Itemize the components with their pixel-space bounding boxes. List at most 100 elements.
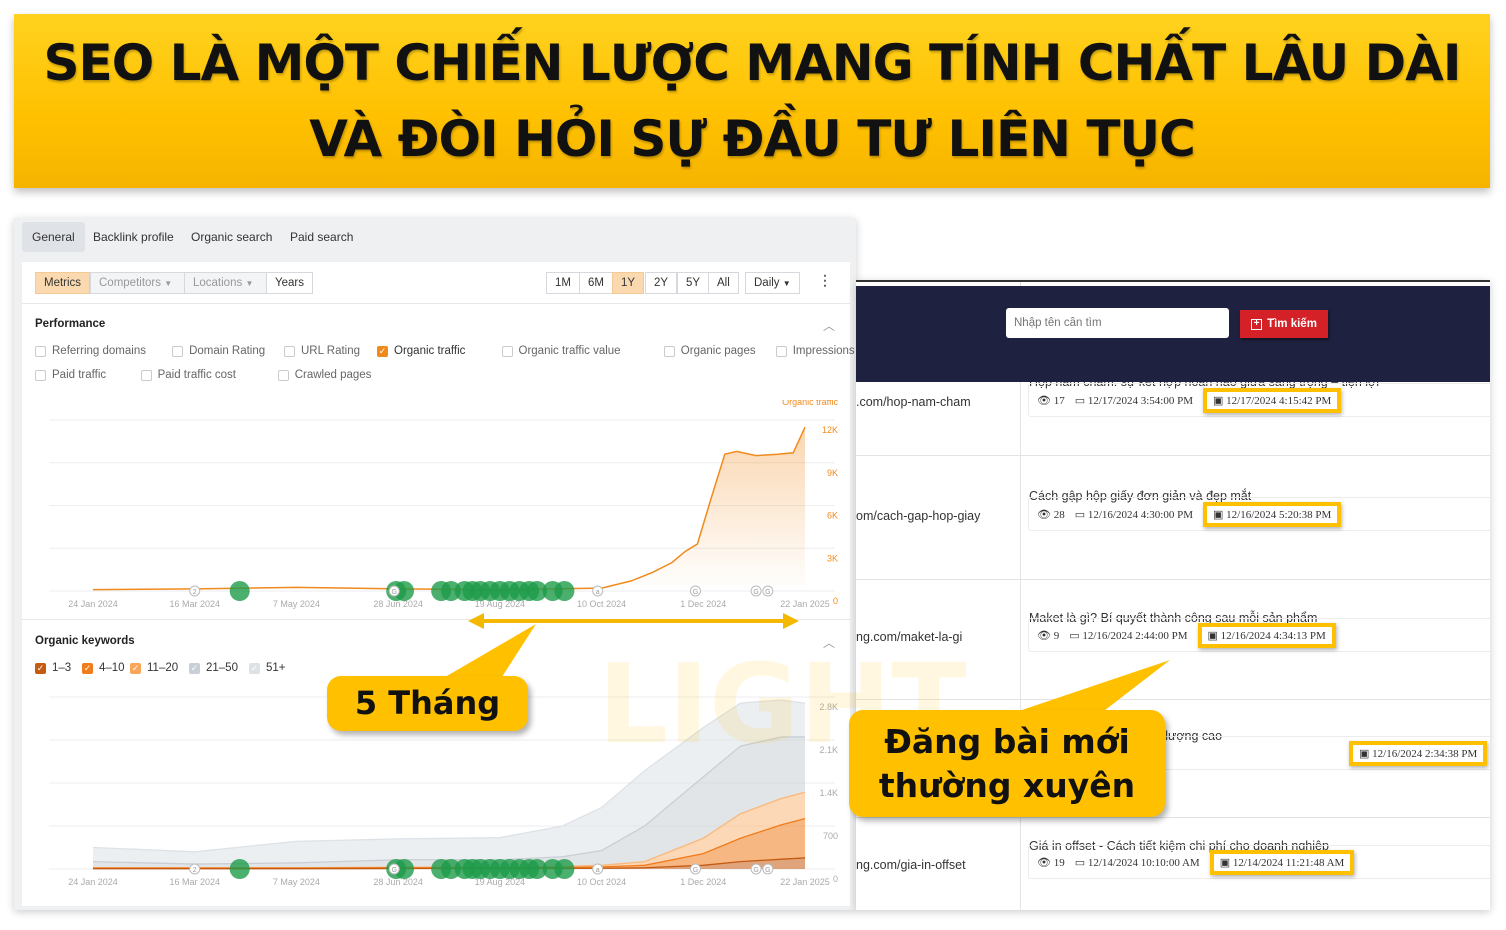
- collapse-chevron-icon[interactable]: ︿: [823, 317, 835, 334]
- eye-icon: 👁: [1037, 629, 1051, 642]
- legend-organic-traffic: Organic traffic: [782, 400, 838, 407]
- eye-icon: 👁: [1037, 394, 1051, 407]
- range-1y[interactable]: 1Y: [612, 272, 645, 294]
- views-count: 👁 19: [1037, 856, 1065, 869]
- tab-paid-search[interactable]: Paid search: [280, 222, 363, 252]
- competitors-dropdown[interactable]: Competitors ▼: [90, 272, 185, 294]
- calendar-icon: ▭: [1074, 394, 1086, 407]
- organic-keywords-title: Organic keywords: [35, 635, 135, 647]
- calendar-edit-icon: ▣: [1207, 629, 1218, 642]
- checkbox-label: Crawled pages: [294, 369, 372, 381]
- search-input[interactable]: [1006, 308, 1229, 338]
- event-marker[interactable]: [229, 859, 250, 879]
- created-date: ▭ 12/16/2024 4:30:00 PM: [1074, 508, 1193, 521]
- views-count: 👁 17: [1037, 394, 1065, 407]
- event-marker[interactable]: [554, 581, 575, 601]
- metric-checkbox[interactable]: Crawled pages: [277, 369, 372, 381]
- bucket-checkbox[interactable]: ✓ 11–20: [130, 662, 178, 674]
- x-tick-label: 22 Jan 2025: [780, 599, 830, 609]
- search-button-label: Tìm kiếm: [1267, 318, 1317, 330]
- tab-general[interactable]: General: [22, 222, 85, 252]
- plus-square-icon: +: [1251, 318, 1263, 330]
- x-tick-label: 16 Mar 2024: [169, 599, 220, 609]
- interval-dropdown[interactable]: Daily ▼: [745, 272, 800, 294]
- divider: [22, 619, 850, 620]
- metric-checkbox[interactable]: ✓ Organic traffic: [377, 345, 465, 357]
- x-tick-label: 7 May 2024: [273, 877, 320, 887]
- created-date: ▭ 12/17/2024 3:54:00 PM: [1074, 394, 1193, 407]
- calendar-icon: ▭: [1074, 508, 1086, 521]
- y-tick-label: 0: [833, 874, 838, 884]
- locations-dropdown[interactable]: Locations ▼: [184, 272, 267, 294]
- checkbox-icon: [35, 369, 46, 381]
- created-date: ▭ 12/14/2024 10:10:00 AM: [1074, 856, 1200, 869]
- bucket-checkbox[interactable]: ✓ 51+: [249, 662, 286, 674]
- post-url[interactable]: ng.com/maket-la-gi: [856, 630, 962, 644]
- checkbox-label: URL Rating: [301, 345, 361, 357]
- annotation-label: G: [765, 867, 770, 874]
- locations-label: Locations: [193, 277, 243, 289]
- calendar-edit-icon: ▣: [1213, 508, 1224, 521]
- metric-checkbox[interactable]: Paid traffic cost: [140, 369, 236, 381]
- metric-checkbox[interactable]: Referring domains: [35, 345, 146, 357]
- metric-checkbox[interactable]: Organic traffic value: [501, 345, 621, 357]
- y-tick-label: 9K: [827, 468, 838, 478]
- caret-down-icon: ▼: [164, 279, 173, 288]
- callout-line-2: thường xuyên: [878, 766, 1136, 805]
- post-url[interactable]: .com/hop-nam-cham: [856, 395, 971, 409]
- range-5y[interactable]: 5Y: [677, 272, 710, 294]
- post-url[interactable]: om/cach-gap-hop-giay: [856, 509, 980, 523]
- callout-posting-frequency: Đăng bài mới thường xuyên: [849, 710, 1165, 817]
- tab-organic-search[interactable]: Organic search: [181, 222, 282, 252]
- y-tick-label: 3K: [827, 553, 838, 563]
- metric-checkbox[interactable]: Paid traffic: [35, 369, 106, 381]
- annotation-label: G: [765, 589, 770, 596]
- metric-checkbox[interactable]: Organic pages: [663, 345, 756, 357]
- updated-date-highlight: ▣ 12/14/2024 11:21:48 AM: [1209, 849, 1355, 875]
- bucket-checkbox[interactable]: ✓ 4–10: [82, 662, 125, 674]
- y-tick-label: 2.8K: [819, 702, 838, 712]
- competitors-label: Competitors: [99, 277, 161, 289]
- post-url-text: .com/hop-nam-cham: [856, 395, 971, 409]
- checkbox-icon: [284, 345, 295, 357]
- y-tick-label: 1.4K: [819, 788, 838, 798]
- x-tick-label: 1 Dec 2024: [680, 877, 726, 887]
- metric-checkbox[interactable]: Impressions: [775, 345, 855, 357]
- y-tick-label: 6K: [827, 511, 838, 521]
- calendar-icon: ▭: [1069, 629, 1080, 642]
- event-marker[interactable]: [229, 581, 250, 601]
- range-1m[interactable]: 1M: [546, 272, 580, 294]
- metrics-button[interactable]: Metrics: [35, 272, 91, 294]
- x-tick-label: 10 Oct 2024: [577, 599, 626, 609]
- checkbox-icon: [35, 345, 46, 357]
- annotation-label: a: [596, 867, 600, 874]
- checkbox-label: 4–10: [99, 662, 125, 674]
- bucket-checkbox[interactable]: ✓ 21–50: [189, 662, 238, 674]
- search-button[interactable]: + Tìm kiếm: [1240, 310, 1328, 338]
- checkbox-label: Organic traffic: [394, 345, 466, 357]
- updated-date-highlight: ▣ 12/16/2024 4:34:13 PM: [1197, 622, 1336, 648]
- x-tick-label: 10 Oct 2024: [577, 877, 626, 887]
- metric-checkbox[interactable]: URL Rating: [284, 345, 360, 357]
- post-url[interactable]: ng.com/gia-in-offset: [856, 858, 966, 872]
- tab-backlink-profile[interactable]: Backlink profile: [83, 222, 184, 252]
- checkbox-label: 21–50: [206, 662, 238, 674]
- updated-date-highlight: ▣ 12/17/2024 4:15:42 PM: [1203, 387, 1342, 413]
- metric-checkbox[interactable]: Domain Rating: [172, 345, 265, 357]
- checkbox-label: 11–20: [147, 662, 179, 674]
- checkbox-icon: [501, 345, 513, 357]
- calendar-edit-icon: ▣: [1213, 394, 1224, 407]
- more-options-icon[interactable]: ⋮: [818, 272, 832, 289]
- collapse-chevron-icon[interactable]: ︿: [823, 634, 835, 651]
- years-button[interactable]: Years: [266, 272, 313, 294]
- range-6m[interactable]: 6M: [579, 272, 613, 294]
- eye-icon: 👁: [1037, 856, 1051, 869]
- event-marker[interactable]: [554, 859, 575, 879]
- range-2y[interactable]: 2Y: [645, 272, 678, 294]
- range-all[interactable]: All: [708, 272, 739, 294]
- x-tick-label: 16 Mar 2024: [169, 877, 220, 887]
- checkbox-icon: [277, 369, 289, 381]
- bucket-checkbox[interactable]: ✓ 1–3: [35, 662, 71, 674]
- checkbox-label: Organic pages: [680, 345, 756, 357]
- checkbox-label: Impressions: [792, 345, 855, 357]
